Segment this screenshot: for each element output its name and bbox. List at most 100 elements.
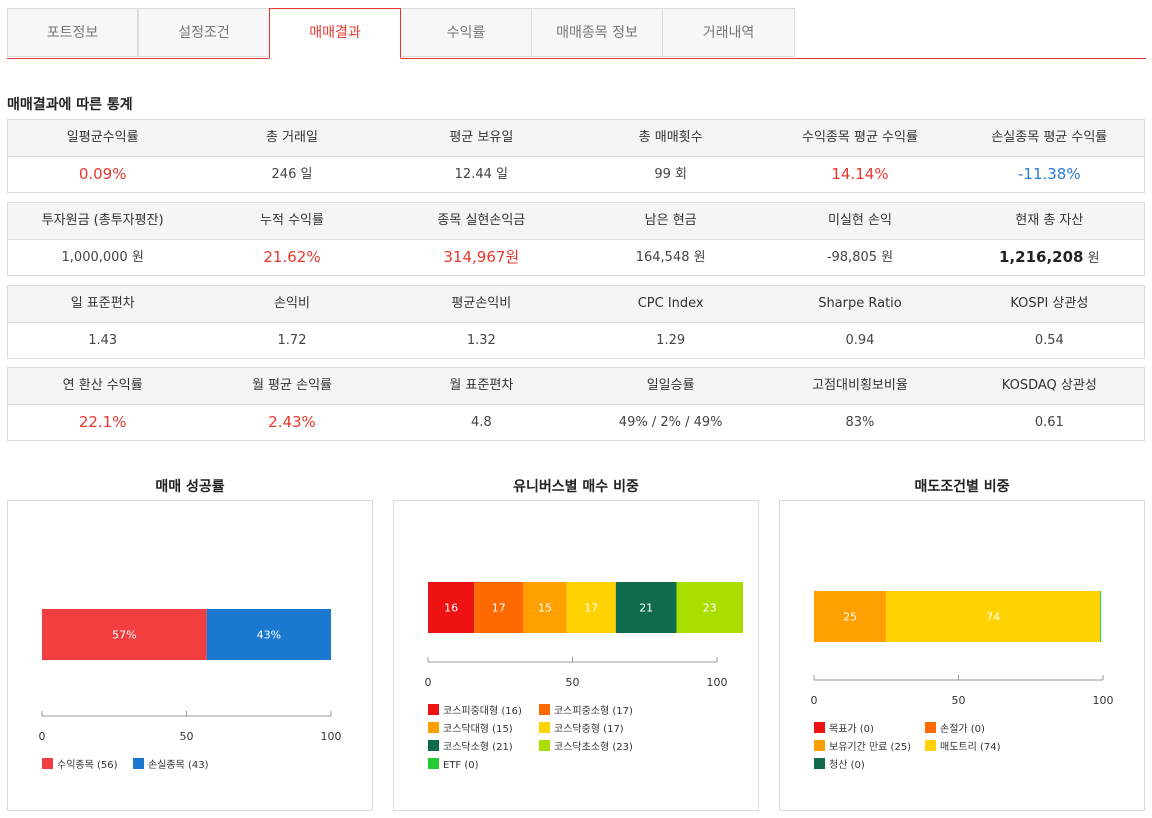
chart-title-success-rate: 매매 성공률 [155, 479, 225, 495]
legend-swatch [539, 740, 550, 751]
legend-label: 보유기간 만료 (25) [829, 742, 912, 753]
stat-value: 4.8 [470, 415, 492, 430]
tab-history[interactable]: 거래내역 [662, 8, 795, 57]
stat-header: 현재 총 자산 [1015, 213, 1084, 228]
stat-value: -98,805 원 [826, 250, 894, 265]
bar-label: 15 [538, 602, 552, 615]
stat-value: 99 회 [654, 167, 687, 182]
stat-header: 총 매매횟수 [638, 130, 703, 145]
stat-value: 49% / 2% / 49% [618, 415, 723, 430]
stat-value: 1.43 [88, 333, 118, 348]
legend-item: 목표가 (0) [814, 722, 874, 736]
stats-table-4: 연 환산 수익률 월 평균 손익률 월 표준편차 일일승률 고점대비횡보비율 K… [7, 367, 1145, 441]
stat-header: Sharpe Ratio [818, 296, 902, 311]
stat-value: 0.94 [845, 333, 875, 348]
stat-value: 22.1% [78, 413, 127, 431]
stat-value: 14.14% [831, 165, 889, 183]
bar-label: 17 [492, 602, 506, 615]
legend-item: 코스닥초소형 (23) [539, 740, 633, 754]
stats-table-3: 일 표준편차 손익비 평균손익비 CPC Index Sharpe Ratio … [7, 285, 1145, 359]
stat-value: 1.72 [277, 333, 307, 348]
chart-panel-success-rate: 57% 43% 0 50 100 수익종목 (56) 손실종목 (43) [7, 500, 373, 811]
legend-label: 목표가 (0) [829, 724, 874, 735]
stat-header: 누적 수익률 [260, 213, 324, 228]
stat-value: 1,000,000 원 [61, 250, 144, 265]
legend-item: 매도트리 (74) [925, 740, 1001, 754]
legend-item: 코스피중소형 (17) [539, 704, 633, 718]
stat-header: 일일승률 [646, 378, 695, 393]
stat-value: 0.54 [1034, 333, 1064, 348]
stat-header: 손익비 [274, 296, 310, 311]
legend-item: 수익종목 (56) [42, 758, 118, 772]
stat-header: KOSPI 상관성 [1010, 296, 1089, 311]
legend-swatch [814, 758, 825, 769]
legend-item: 보유기간 만료 (25) [814, 740, 911, 754]
legend-label: 코스닥대형 (15) [443, 724, 513, 735]
bar-label: 25 [843, 611, 857, 624]
stat-header: 월 표준편차 [449, 378, 514, 393]
stats-header-row: 연 환산 수익률 월 평균 손익률 월 표준편차 일일승률 고점대비횡보비율 K… [8, 368, 1144, 405]
total-asset-value: 1,216,208 [999, 248, 1084, 266]
legend-item: 손실종목 (43) [133, 758, 209, 772]
stat-header: 일 표준편차 [70, 296, 135, 311]
chart-title-universe: 유니버스별 매수 비중 [513, 479, 639, 495]
tab-stock-info[interactable]: 매매종목 정보 [531, 8, 663, 57]
stat-header: CPC Index [637, 296, 704, 311]
stat-value: 1.32 [466, 333, 496, 348]
stat-header: 수익종목 평균 수익률 [802, 130, 918, 145]
x-tick-label: 50 [180, 730, 194, 743]
legend-label: 수익종목 (56) [57, 760, 118, 771]
legend-label: 손절가 (0) [940, 724, 985, 735]
legend-label: 손실종목 (43) [148, 760, 209, 771]
legend-label: 코스닥초소형 (23) [554, 742, 633, 753]
legend-label: 청산 (0) [829, 760, 865, 771]
stat-header: 평균 보유일 [449, 130, 514, 145]
legend-label: 매도트리 (74) [940, 742, 1001, 753]
x-tick-label: 0 [39, 730, 46, 743]
stat-header: 남은 현금 [644, 213, 697, 228]
legend-item: 손절가 (0) [925, 722, 985, 736]
stat-header: 총 거래일 [266, 130, 318, 145]
legend-item: 코스닥중형 (17) [539, 722, 624, 736]
tab-underline [7, 58, 1146, 59]
legend-swatch [428, 722, 439, 733]
stat-value: 0.09% [78, 165, 127, 183]
legend-swatch [428, 704, 439, 715]
bar-label: 74 [986, 611, 1000, 624]
legend-item: 청산 (0) [814, 758, 865, 772]
x-tick-label: 0 [425, 676, 432, 689]
chart-title-sell-condition: 매도조건별 비중 [914, 479, 1010, 495]
x-tick-label: 100 [1093, 694, 1114, 707]
bar-label: 57% [112, 629, 136, 642]
x-tick-label: 50 [566, 676, 580, 689]
tab-return[interactable]: 수익률 [400, 8, 532, 57]
legend-item: 코스닥소형 (21) [428, 740, 513, 754]
stat-value: 246 일 [271, 167, 313, 182]
chart-panel-sell-condition: 25 74 0 50 100 목표가 (0) 손절가 (0) 보유기간 만료 (25) 매도트… [779, 500, 1145, 811]
stats-header-row: 일 표준편차 손익비 평균손익비 CPC Index Sharpe Ratio … [8, 286, 1144, 323]
x-tick-label: 100 [707, 676, 728, 689]
legend-swatch [814, 722, 825, 733]
stat-header: 종목 실현손익금 [437, 213, 526, 228]
bar-label: 21 [639, 602, 653, 615]
stat-value: 83% [845, 415, 875, 430]
legend-label: 코스피중대형 (16) [443, 706, 522, 717]
stat-value: 0.61 [1034, 415, 1064, 430]
stat-header: 연 환산 수익률 [62, 378, 143, 393]
legend-item: ETF (0) [428, 758, 479, 772]
stats-header-row: 일평균수익률 총 거래일 평균 보유일 총 매매횟수 수익종목 평균 수익률 손… [8, 120, 1144, 157]
legend-swatch [539, 704, 550, 715]
stat-header: 투자원금 (총투자평잔) [41, 213, 164, 228]
tab-trade-result[interactable]: 매매결과 [269, 8, 401, 59]
bar-label: 16 [444, 602, 458, 615]
legend-item: 코스닥대형 (15) [428, 722, 513, 736]
stat-value: 21.62% [263, 248, 321, 266]
stat-value: 12.44 일 [454, 167, 508, 182]
tab-port-info[interactable]: 포트정보 [7, 8, 138, 57]
tab-settings[interactable]: 설정조건 [138, 8, 270, 57]
tab-bar: 포트정보 설정조건 매매결과 수익률 매매종목 정보 거래내역 [7, 8, 1145, 59]
stat-value: 164,548 원 [635, 250, 706, 265]
chart-panel-universe: 16 17 15 17 21 23 0 50 100 코스피중대형 (16) 코스피중소형 (17… [393, 500, 759, 811]
legend-label: 코스피중소형 (17) [554, 706, 633, 717]
stats-header-row: 투자원금 (총투자평잔) 누적 수익률 종목 실현손익금 남은 현금 미실현 손… [8, 203, 1144, 240]
